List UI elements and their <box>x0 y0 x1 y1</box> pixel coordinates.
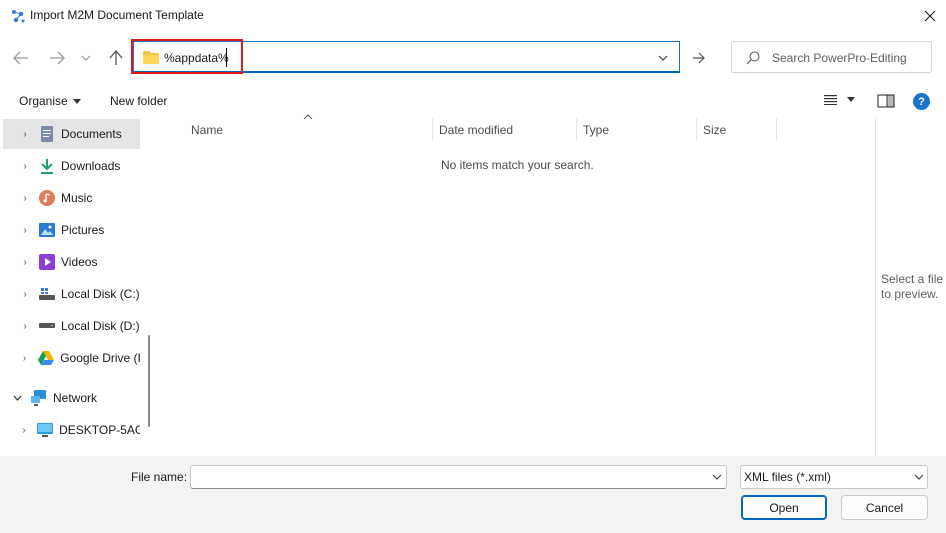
sort-ascending-icon <box>303 114 313 120</box>
sidebar-item-label: Music <box>61 191 93 205</box>
sidebar-item-label: Local Disk (C:) <box>61 287 140 301</box>
sidebar-item-google-drive[interactable]: › Google Drive (I: <box>3 343 140 373</box>
drive-d-icon <box>39 318 55 334</box>
preview-pane-icon[interactable] <box>877 93 895 109</box>
sidebar-item-label: Local Disk (D:) <box>61 319 140 333</box>
sidebar-item-downloads[interactable]: › Downloads <box>3 151 140 181</box>
close-button[interactable] <box>916 4 944 28</box>
chevron-right-icon[interactable]: › <box>17 129 33 140</box>
sidebar-item-pictures[interactable]: › Pictures <box>3 215 140 245</box>
view-options-button[interactable] <box>824 94 855 105</box>
app-icon <box>12 10 25 23</box>
window-title: Import M2M Document Template <box>30 8 204 22</box>
up-button[interactable] <box>104 46 128 70</box>
preview-divider <box>875 118 876 456</box>
close-icon <box>924 10 936 22</box>
list-view-icon <box>824 95 837 105</box>
sidebar-item-label: Downloads <box>61 159 121 173</box>
sidebar-item-label: Pictures <box>61 223 105 237</box>
videos-icon <box>39 254 55 270</box>
arrow-right-icon <box>50 51 65 65</box>
back-button[interactable] <box>9 46 33 70</box>
arrow-up-icon <box>109 50 123 65</box>
search-icon <box>746 51 760 65</box>
organise-button[interactable]: Organise <box>19 94 81 108</box>
chevron-down-icon <box>658 55 668 61</box>
column-divider[interactable] <box>776 118 777 140</box>
music-icon <box>39 190 55 206</box>
navigation-pane: › Documents › Downloads › Music › Pictur… <box>0 118 158 456</box>
chevron-right-icon[interactable]: › <box>17 193 33 204</box>
column-header-name[interactable]: Name <box>191 123 223 137</box>
chevron-right-icon[interactable]: › <box>17 353 32 364</box>
column-header-size[interactable]: Size <box>703 123 726 137</box>
sidebar-item-network[interactable]: Network <box>3 383 140 413</box>
chevron-right-icon[interactable]: › <box>17 225 33 236</box>
sidebar-item-label: Videos <box>61 255 98 269</box>
arrow-left-icon <box>13 51 28 65</box>
recent-locations-button[interactable] <box>76 46 96 70</box>
sidebar-item-videos[interactable]: › Videos <box>3 247 140 277</box>
address-dropdown-button[interactable] <box>655 51 671 65</box>
column-header-type[interactable]: Type <box>583 123 609 137</box>
scrollbar-thumb[interactable] <box>148 335 150 427</box>
sidebar-item-label: Documents <box>61 127 122 141</box>
downloads-icon <box>39 158 55 174</box>
sidebar-item-local-disk-d[interactable]: › Local Disk (D:) <box>3 311 140 341</box>
network-icon <box>31 390 47 406</box>
preview-message: Select a file to preview. <box>881 272 944 301</box>
chevron-right-icon[interactable]: › <box>17 257 33 268</box>
organise-label: Organise <box>19 94 68 108</box>
sidebar-item-label: Network <box>53 391 98 405</box>
column-divider[interactable] <box>576 118 577 140</box>
search-input[interactable]: Search PowerPro-Editing <box>772 51 907 65</box>
sidebar-item-documents[interactable]: › Documents <box>3 119 140 149</box>
filename-label: File name: <box>131 470 188 484</box>
column-divider[interactable] <box>696 118 697 140</box>
chevron-right-icon[interactable]: › <box>17 161 33 172</box>
computer-icon <box>37 422 54 438</box>
caret-down-icon <box>72 98 81 104</box>
caret-down-icon <box>847 97 855 102</box>
chevron-down-icon <box>712 474 722 480</box>
chevron-right-icon[interactable]: › <box>17 289 33 300</box>
sidebar-item-label: DESKTOP-5AG3 <box>59 423 140 437</box>
column-divider[interactable] <box>432 118 433 140</box>
help-icon[interactable]: ? <box>913 93 930 110</box>
chevron-right-icon[interactable]: › <box>17 425 31 436</box>
documents-icon <box>39 126 55 142</box>
column-header-date-modified[interactable]: Date modified <box>439 123 513 137</box>
cancel-button[interactable]: Cancel <box>841 495 928 520</box>
open-button[interactable]: Open <box>741 495 827 520</box>
sidebar-item-local-disk-c[interactable]: › Local Disk (C:) <box>3 279 140 309</box>
sidebar-item-desktop-computer[interactable]: › DESKTOP-5AG3 <box>3 415 140 445</box>
filename-history-button[interactable] <box>710 471 724 483</box>
google-drive-icon <box>38 350 55 366</box>
sidebar-item-music[interactable]: › Music <box>3 183 140 213</box>
pictures-icon <box>39 222 55 238</box>
file-type-select[interactable]: XML files (*.xml) <box>740 465 928 489</box>
go-button[interactable] <box>686 44 712 72</box>
chevron-right-icon[interactable]: › <box>17 321 33 332</box>
forward-button[interactable] <box>45 46 69 70</box>
filename-input[interactable] <box>190 465 727 489</box>
empty-list-message: No items match your search. <box>441 158 594 172</box>
chevron-down-icon <box>914 474 924 480</box>
sidebar-item-label: Google Drive (I: <box>60 351 140 365</box>
text-cursor <box>226 48 227 67</box>
arrow-right-icon <box>693 52 705 64</box>
drive-c-icon <box>39 286 55 302</box>
address-input[interactable]: %appdata% <box>164 51 229 65</box>
chevron-down-icon[interactable] <box>9 395 25 401</box>
file-type-dropdown-button[interactable] <box>912 471 926 483</box>
chevron-down-icon <box>81 55 91 61</box>
folder-icon <box>143 51 159 64</box>
new-folder-button[interactable]: New folder <box>110 94 167 108</box>
